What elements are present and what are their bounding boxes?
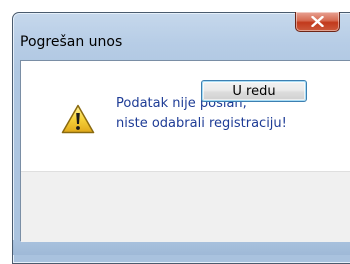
message-area: Podatak nije poslan, niste odabrali regi… bbox=[21, 61, 350, 171]
dialog-frame-bottom bbox=[12, 240, 350, 255]
message-line-2: niste odabrali registraciju! bbox=[116, 116, 287, 131]
dialog-footer bbox=[21, 171, 350, 242]
close-button[interactable] bbox=[295, 12, 340, 32]
ok-button[interactable]: U redu bbox=[201, 80, 307, 102]
warning-icon bbox=[61, 104, 95, 134]
dialog-title: Pogrešan unos bbox=[20, 34, 123, 50]
close-icon bbox=[311, 16, 324, 27]
